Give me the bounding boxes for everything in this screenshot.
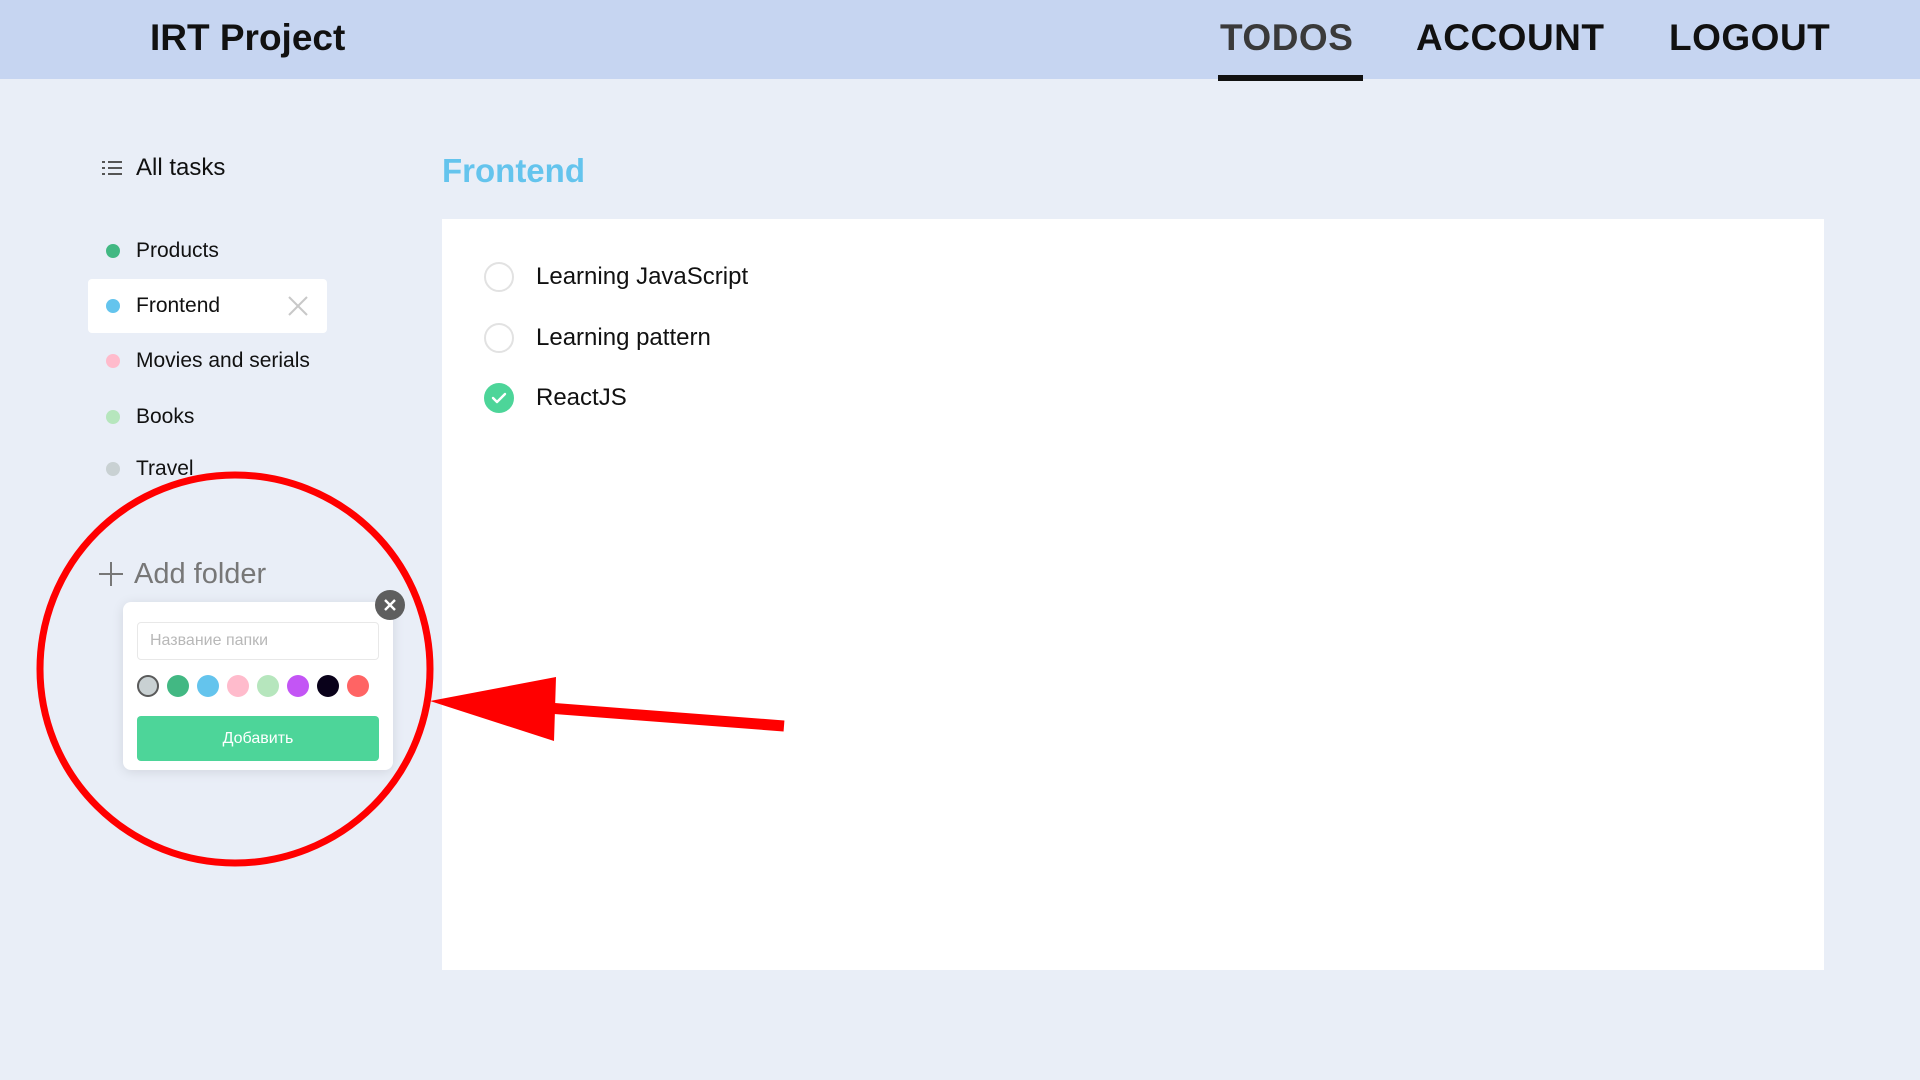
color-swatch-purple[interactable] — [287, 675, 309, 697]
brand-title: IRT Project — [150, 17, 346, 58]
task-label: ReactJS — [536, 384, 627, 411]
top-header: IRT Project TODOS ACCOUNT LOGOUT — [0, 0, 1920, 81]
color-swatch-black[interactable] — [317, 675, 339, 697]
all-tasks-item[interactable]: All tasks — [102, 152, 225, 184]
list-icon — [102, 161, 122, 175]
nav-todos-label: TODOS — [1220, 17, 1354, 58]
remove-folder-icon[interactable] — [287, 295, 309, 317]
task-checkbox[interactable] — [484, 323, 514, 353]
popup-close-button[interactable] — [375, 590, 405, 620]
task-item[interactable]: Learning JavaScript — [484, 261, 748, 293]
close-icon — [384, 599, 396, 611]
all-tasks-label: All tasks — [136, 154, 226, 181]
folder-color-dot — [106, 410, 120, 424]
color-swatch-blue[interactable] — [197, 675, 219, 697]
nav-logout[interactable]: LOGOUT — [1669, 17, 1830, 59]
task-label: Learning pattern — [536, 324, 711, 351]
color-swatch-light-green[interactable] — [257, 675, 279, 697]
folder-label: Products — [136, 239, 219, 262]
folder-label: Travel — [136, 457, 194, 480]
folder-title: Frontend — [442, 152, 585, 189]
active-nav-underline — [1218, 75, 1364, 81]
add-folder-button[interactable]: Add folder — [98, 556, 266, 592]
folder-color-dot — [106, 462, 120, 476]
folder-item-books[interactable]: Books — [88, 390, 327, 444]
folder-item-frontend[interactable]: Frontend — [88, 279, 327, 333]
color-swatch-grey[interactable] — [137, 675, 159, 697]
folder-label: Books — [136, 405, 195, 428]
task-checkbox-checked[interactable] — [484, 383, 514, 413]
task-list-panel: Learning JavaScript Learning pattern Rea… — [442, 219, 1824, 970]
color-swatch-red[interactable] — [347, 675, 369, 697]
folder-item-products[interactable]: Products — [88, 224, 327, 278]
nav-todos[interactable]: TODOS — [1218, 17, 1364, 81]
color-swatches — [137, 675, 369, 699]
plus-icon — [99, 562, 123, 586]
color-swatch-pink[interactable] — [227, 675, 249, 697]
task-item[interactable]: ReactJS — [484, 382, 627, 414]
nav-account[interactable]: ACCOUNT — [1416, 17, 1604, 59]
add-folder-submit-button[interactable]: Добавить — [137, 716, 379, 761]
add-folder-label: Add folder — [134, 557, 267, 590]
folder-color-dot — [106, 354, 120, 368]
task-item[interactable]: Learning pattern — [484, 322, 711, 354]
folder-color-dot — [106, 244, 120, 258]
task-label: Learning JavaScript — [536, 263, 749, 290]
folder-label: Movies and serials — [136, 349, 310, 372]
folder-label: Frontend — [136, 294, 221, 317]
check-icon — [491, 392, 507, 404]
color-swatch-green[interactable] — [167, 675, 189, 697]
folder-item-travel[interactable]: Travel — [88, 442, 327, 496]
folder-item-movies-and-serials[interactable]: Movies and serials — [88, 334, 327, 388]
folder-color-dot — [106, 299, 120, 313]
task-checkbox[interactable] — [484, 262, 514, 292]
add-folder-popup: Добавить — [123, 602, 393, 770]
folder-name-input[interactable] — [137, 622, 379, 660]
